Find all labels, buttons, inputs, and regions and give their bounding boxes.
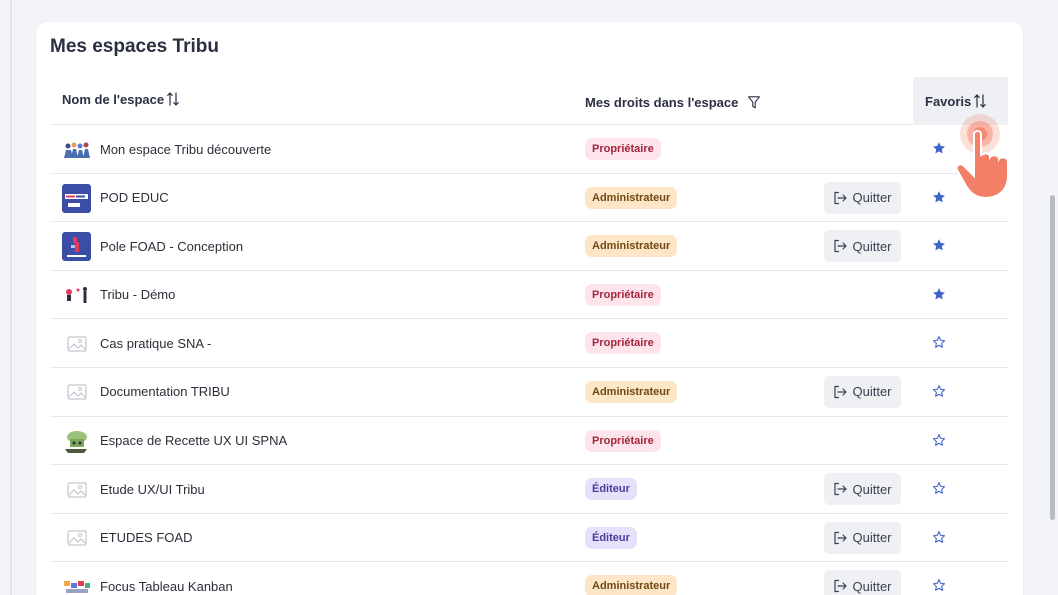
role-badge: Éditeur [585,526,637,549]
space-thumbnail-icon [62,427,91,456]
column-header-rights: Mes droits dans l'espace [585,78,761,126]
space-thumbnail-icon [62,329,91,358]
table-body: Mon espace Tribu découverte Propriétaire P… [50,125,1008,595]
table-row[interactable]: Tribu - Démo Propriétaire [50,271,1008,320]
star-outline-icon[interactable] [932,481,946,495]
exit-arrow-icon [833,579,848,593]
role-badge: Administrateur [585,186,678,209]
star-filled-icon[interactable] [932,287,946,301]
star-outline-icon[interactable] [932,384,946,398]
space-name[interactable]: Focus Tableau Kanban [100,562,233,595]
space-name[interactable]: Mon espace Tribu découverte [100,125,271,173]
column-header-name-label: Nom de l'espace [62,91,165,107]
quit-button[interactable]: Quitter [824,230,901,263]
quit-button[interactable]: Quitter [824,375,901,408]
space-name[interactable]: Pole FOAD - Conception [100,222,243,270]
space-name[interactable]: POD EDUC [100,174,169,222]
quit-button[interactable]: Quitter [824,521,901,554]
column-header-favorites-label: Favoris [925,93,972,109]
role-badge: Administrateur [585,235,678,258]
column-header-rights-label: Mes droits dans l'espace [585,94,739,110]
quit-button-label: Quitter [852,190,892,206]
sort-arrows-icon[interactable] [167,92,179,106]
quit-button-label: Quitter [852,481,892,497]
quit-button[interactable]: Quitter [824,473,901,506]
star-outline-icon[interactable] [932,433,946,447]
star-filled-icon[interactable] [932,141,946,155]
role-badge: Propriétaire [585,283,661,306]
exit-arrow-icon [833,482,848,496]
column-header-name[interactable]: Nom de l'espace [62,75,179,123]
exit-arrow-icon [833,191,848,205]
quit-button[interactable]: Quitter [824,570,901,595]
space-thumbnail-icon [62,378,91,407]
star-filled-icon[interactable] [932,190,946,204]
table-row[interactable]: Etude UX/UI Tribu Éditeur Quitter [50,465,1008,514]
role-badge: Éditeur [585,478,637,501]
space-thumbnail-icon [62,475,91,504]
space-thumbnail-icon [62,281,91,310]
space-thumbnail-icon [62,524,91,553]
page-left-border [10,0,12,595]
quit-button-label: Quitter [852,578,892,594]
scrollbar-track[interactable] [1048,0,1058,595]
space-name[interactable]: Espace de Recette UX UI SPNA [100,417,287,465]
role-badge: Propriétaire [585,332,661,355]
space-name[interactable]: Tribu - Démo [100,271,175,319]
table-header: Nom de l'espace Mes droits dans l'espace… [50,77,1008,125]
star-outline-icon[interactable] [932,578,946,592]
table-row[interactable]: Espace de Recette UX UI SPNA Propriétaire [50,417,1008,466]
scrollbar-thumb[interactable] [1050,195,1055,520]
space-name[interactable]: Cas pratique SNA - [100,319,211,367]
spaces-card: Mes espaces Tribu Nom de l'espace Mes dr… [36,22,1023,595]
quit-button[interactable]: Quitter [824,181,901,214]
sort-arrows-icon[interactable] [974,94,987,108]
exit-arrow-icon [833,239,848,253]
page-title: Mes espaces Tribu [50,36,219,57]
space-thumbnail-icon [62,572,91,595]
role-badge: Propriétaire [585,429,661,452]
space-thumbnail-icon [62,135,91,164]
filter-funnel-icon[interactable] [748,95,761,109]
star-outline-icon[interactable] [932,530,946,544]
role-badge: Administrateur [585,380,678,403]
space-name[interactable]: Documentation TRIBU [100,368,230,416]
space-thumbnail-icon [62,232,91,262]
quit-button-label: Quitter [852,384,892,400]
role-badge: Administrateur [585,575,678,595]
column-header-favorites[interactable]: Favoris [913,77,1008,125]
space-thumbnail-icon [62,183,91,213]
quit-button-label: Quitter [852,238,892,254]
table-row[interactable]: ETUDES FOAD Éditeur Quitter [50,514,1008,563]
star-filled-icon[interactable] [932,238,946,252]
star-outline-icon[interactable] [932,335,946,349]
table-row[interactable]: Mon espace Tribu découverte Propriétaire [50,125,1008,174]
table-row[interactable]: Cas pratique SNA - Propriétaire [50,319,1008,368]
table-row[interactable]: Documentation TRIBU Administrateur Quitter [50,368,1008,417]
space-name[interactable]: ETUDES FOAD [100,514,192,562]
role-badge: Propriétaire [585,138,661,160]
table-row[interactable]: POD EDUC Administrateur Quitter [50,174,1008,223]
quit-button-label: Quitter [852,530,892,546]
space-name[interactable]: Etude UX/UI Tribu [100,465,205,513]
exit-arrow-icon [833,531,848,545]
exit-arrow-icon [833,385,848,399]
table-row[interactable]: Focus Tableau Kanban Administrateur Quitte… [50,562,1008,595]
table-row[interactable]: Pole FOAD - Conception Administrateur Quit… [50,222,1008,271]
spaces-table: Nom de l'espace Mes droits dans l'espace… [50,77,1008,595]
